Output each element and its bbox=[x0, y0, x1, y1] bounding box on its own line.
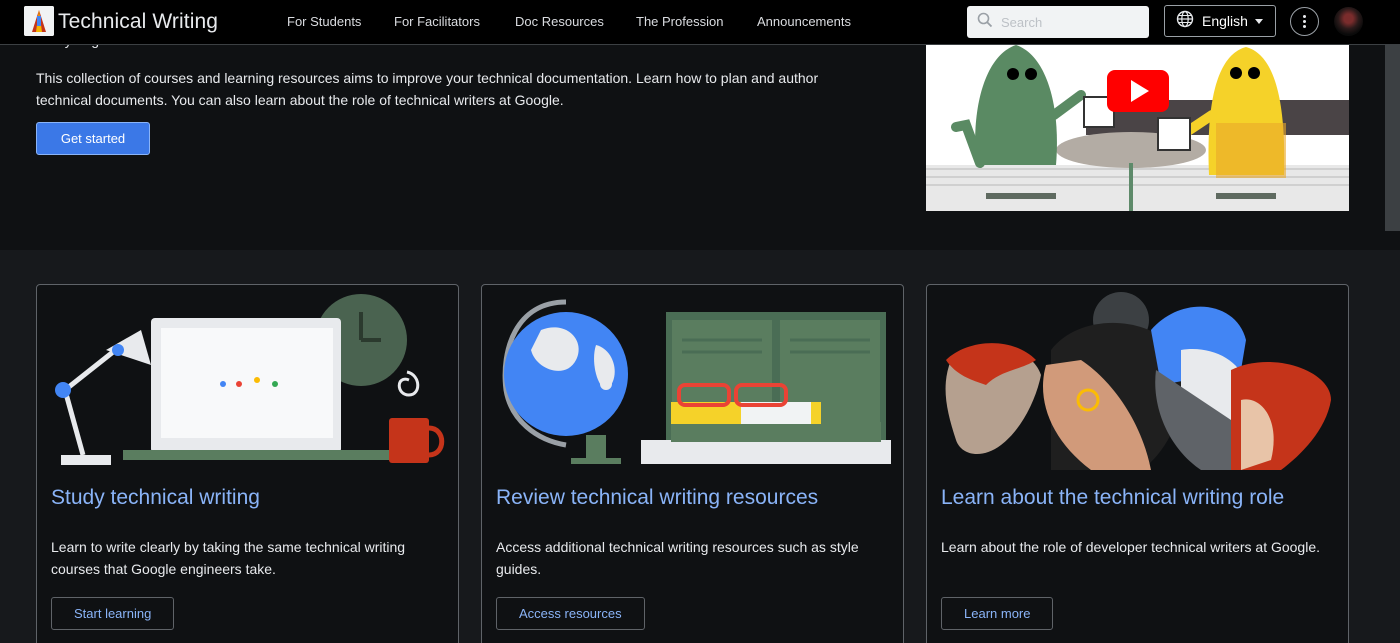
card-title[interactable]: Study technical writing bbox=[51, 486, 260, 510]
nav-doc-resources[interactable]: Doc Resources bbox=[515, 14, 604, 29]
card-review-resources: Review technical writing resources Acces… bbox=[481, 284, 904, 643]
search-icon bbox=[977, 12, 993, 33]
card-description: Learn to write clearly by taking the sam… bbox=[51, 539, 406, 577]
nav-for-students[interactable]: For Students bbox=[287, 14, 361, 29]
card-title[interactable]: Review technical writing resources bbox=[496, 486, 818, 510]
card-study-technical-writing: Study technical writing Learn to write c… bbox=[36, 284, 459, 643]
site-title[interactable]: Technical Writing bbox=[58, 10, 218, 34]
card-illustration bbox=[51, 290, 446, 470]
nav-the-profession[interactable]: The Profession bbox=[636, 14, 723, 29]
nav-announcements[interactable]: Announcements bbox=[757, 14, 851, 29]
scrollbar-thumb[interactable] bbox=[1385, 45, 1400, 231]
card-learn-role: Learn about the technical writing role L… bbox=[926, 284, 1349, 643]
intro-video-thumbnail[interactable] bbox=[926, 45, 1349, 211]
globe-icon bbox=[1176, 10, 1194, 33]
technical-writing-logo[interactable] bbox=[24, 6, 54, 36]
search-box[interactable] bbox=[967, 6, 1149, 38]
top-navigation-bar: Technical Writing For Students For Facil… bbox=[0, 0, 1400, 45]
hero-description: This collection of courses and learning … bbox=[36, 70, 819, 108]
card-description: Learn about the role of developer techni… bbox=[941, 539, 1321, 555]
get-started-button[interactable]: Get started bbox=[36, 122, 150, 155]
language-selector[interactable]: English bbox=[1164, 5, 1276, 37]
caret-down-icon bbox=[1255, 19, 1263, 24]
more-vert-icon[interactable] bbox=[1290, 7, 1319, 36]
card-illustration bbox=[941, 290, 1336, 470]
start-learning-button[interactable]: Start learning bbox=[51, 597, 175, 630]
card-description: Access additional technical writing reso… bbox=[496, 539, 859, 577]
search-input[interactable] bbox=[1001, 14, 1141, 30]
access-resources-button[interactable]: Access resources bbox=[496, 597, 645, 630]
card-illustration bbox=[496, 290, 891, 470]
language-label: English bbox=[1202, 13, 1248, 29]
card-title[interactable]: Learn about the technical writing role bbox=[941, 486, 1284, 510]
learn-more-button[interactable]: Learn more bbox=[941, 597, 1054, 630]
nav-for-facilitators[interactable]: For Facilitators bbox=[394, 14, 480, 29]
avatar[interactable] bbox=[1334, 7, 1363, 36]
